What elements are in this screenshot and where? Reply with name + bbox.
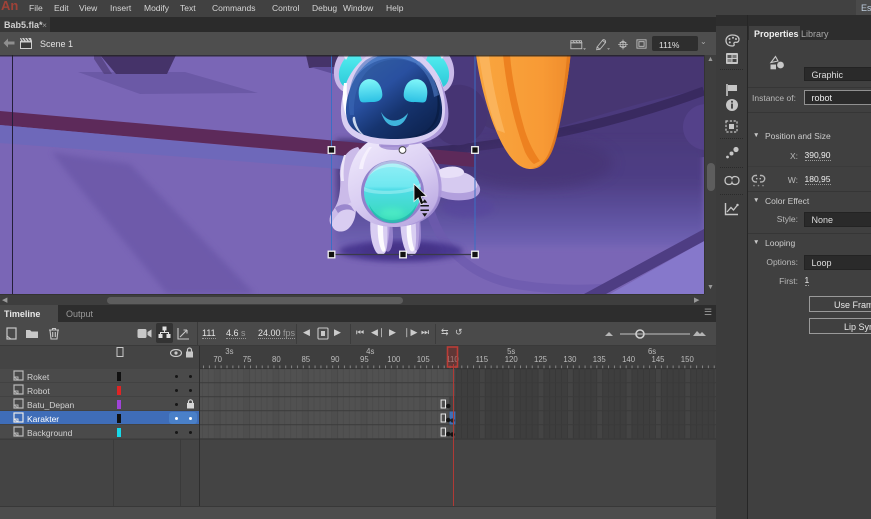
svg-text:105: 105	[417, 355, 431, 364]
svg-text:140: 140	[622, 355, 636, 364]
svg-text:115: 115	[476, 355, 489, 364]
svg-text:5s: 5s	[507, 347, 515, 356]
svg-text:4s: 4s	[366, 347, 374, 356]
svg-text:120: 120	[505, 355, 519, 364]
svg-text:145: 145	[651, 355, 665, 364]
svg-text:135: 135	[593, 355, 607, 364]
svg-text:85: 85	[301, 355, 310, 364]
svg-text:150: 150	[681, 355, 695, 364]
svg-text:80: 80	[272, 355, 281, 364]
svg-text:70: 70	[213, 355, 222, 364]
svg-text:6s: 6s	[648, 347, 656, 356]
svg-text:125: 125	[534, 355, 548, 364]
svg-text:3s: 3s	[225, 347, 233, 356]
svg-text:130: 130	[563, 355, 577, 364]
svg-text:75: 75	[243, 355, 252, 364]
svg-text:90: 90	[331, 355, 340, 364]
svg-text:95: 95	[360, 355, 369, 364]
svg-text:100: 100	[387, 355, 401, 364]
